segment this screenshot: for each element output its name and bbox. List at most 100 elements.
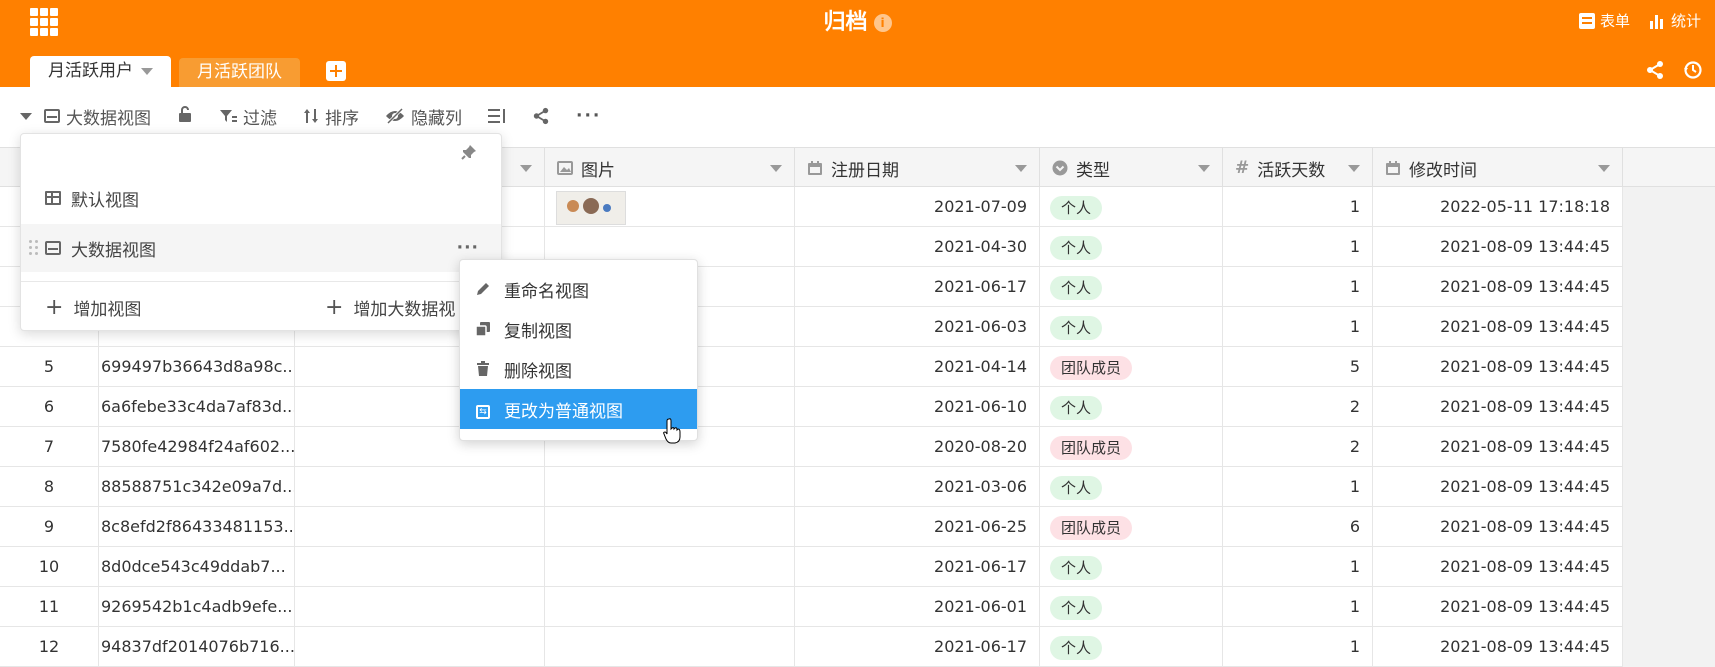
- info-icon[interactable]: i: [873, 14, 892, 32]
- table-row[interactable]: 10 8d0dce543c49ddab7... 2021-06-17 个人 1 2021-…: [0, 547, 1623, 587]
- modified-time-cell[interactable]: 2022-05-11 17:18:18: [1373, 187, 1623, 227]
- table-row[interactable]: 8 88588751c342e09a7d... 2021-03-06 个人 1 2021-…: [0, 467, 1623, 507]
- type-cell[interactable]: 个人: [1040, 587, 1223, 627]
- chevron-down-icon[interactable]: [770, 165, 782, 172]
- reg-date-cell[interactable]: 2021-07-09: [795, 187, 1040, 227]
- modified-time-cell[interactable]: 2021-08-09 13:44:45: [1373, 307, 1623, 347]
- id-cell[interactable]: 699497b36643d8a98c...: [99, 347, 295, 387]
- modified-time-cell[interactable]: 2021-08-09 13:44:45: [1373, 427, 1623, 467]
- view-selector[interactable]: 大数据视图: [20, 104, 151, 129]
- type-column-header[interactable]: 类型: [1040, 148, 1223, 188]
- active-days-cell[interactable]: 6: [1223, 507, 1373, 547]
- id-cell[interactable]: 8c8efd2f86433481153...: [99, 507, 295, 547]
- type-cell[interactable]: 个人: [1040, 307, 1223, 347]
- view-item-bigdata[interactable]: 大数据视图 ···: [21, 224, 501, 272]
- chevron-down-icon[interactable]: [1198, 165, 1210, 172]
- chevron-down-icon[interactable]: [141, 68, 153, 75]
- active-days-cell[interactable]: 5: [1223, 347, 1373, 387]
- modified-time-cell[interactable]: 2021-08-09 13:44:45: [1373, 267, 1623, 307]
- table-row[interactable]: 5 699497b36643d8a98c... 2021-04-14 团队成员 5 202…: [0, 347, 1623, 387]
- active-days-cell[interactable]: 1: [1223, 547, 1373, 587]
- id-cell[interactable]: 9269542b1c4adb9efe...: [99, 587, 295, 627]
- chevron-down-icon[interactable]: [1598, 165, 1610, 172]
- share-icon[interactable]: [1645, 60, 1665, 80]
- tab-monthly-active-users[interactable]: 月活跃用户: [30, 56, 171, 87]
- modified-time-cell[interactable]: 2021-08-09 13:44:45: [1373, 347, 1623, 387]
- reg-date-cell[interactable]: 2021-04-14: [795, 347, 1040, 387]
- history-icon[interactable]: [1683, 60, 1703, 80]
- reg-date-cell[interactable]: 2021-04-30: [795, 227, 1040, 267]
- drag-handle-icon[interactable]: [29, 240, 39, 256]
- type-cell[interactable]: 团队成员: [1040, 427, 1223, 467]
- reg-date-column-header[interactable]: 注册日期: [795, 148, 1040, 188]
- convert-to-normal-view-item[interactable]: ⇆ 更改为普通视图: [460, 389, 697, 429]
- type-cell[interactable]: 个人: [1040, 227, 1223, 267]
- reg-date-cell[interactable]: 2020-08-20: [795, 427, 1040, 467]
- type-cell[interactable]: 个人: [1040, 547, 1223, 587]
- reg-date-cell[interactable]: 2021-03-06: [795, 467, 1040, 507]
- modified-time-cell[interactable]: 2021-08-09 13:44:45: [1373, 627, 1623, 667]
- active-days-cell[interactable]: 2: [1223, 387, 1373, 427]
- reg-date-cell[interactable]: 2021-06-10: [795, 387, 1040, 427]
- reg-date-cell[interactable]: 2021-06-01: [795, 587, 1040, 627]
- modified-time-cell[interactable]: 2021-08-09 13:44:45: [1373, 507, 1623, 547]
- type-cell[interactable]: 个人: [1040, 187, 1223, 227]
- chevron-down-icon[interactable]: [1348, 165, 1360, 172]
- add-table-button[interactable]: [326, 61, 346, 81]
- active-days-column-header[interactable]: # 活跃天数: [1223, 148, 1373, 188]
- reg-date-cell[interactable]: 2021-06-17: [795, 627, 1040, 667]
- empty-cell[interactable]: [295, 467, 545, 507]
- id-cell[interactable]: 7580fe42984f24af602...: [99, 427, 295, 467]
- empty-cell[interactable]: [295, 587, 545, 627]
- empty-cell[interactable]: [295, 547, 545, 587]
- picture-column-header[interactable]: 图片: [545, 148, 795, 188]
- modified-time-cell[interactable]: 2021-08-09 13:44:45: [1373, 387, 1623, 427]
- chevron-down-icon[interactable]: [1015, 165, 1027, 172]
- image-thumbnail[interactable]: [556, 191, 626, 225]
- add-view-button[interactable]: + 增加视图: [45, 284, 141, 330]
- modified-time-cell[interactable]: 2021-08-09 13:44:45: [1373, 587, 1623, 627]
- active-days-cell[interactable]: 2: [1223, 427, 1373, 467]
- picture-cell[interactable]: [545, 587, 795, 627]
- id-cell[interactable]: 94837df2014076b716...: [99, 627, 295, 667]
- pin-icon[interactable]: [461, 144, 477, 160]
- picture-cell[interactable]: [545, 627, 795, 667]
- rename-view-item[interactable]: 重命名视图: [460, 269, 697, 309]
- type-cell[interactable]: 团队成员: [1040, 507, 1223, 547]
- table-row[interactable]: 12 94837df2014076b716... 2021-06-17 个人 1 2021…: [0, 627, 1623, 667]
- active-days-cell[interactable]: 1: [1223, 467, 1373, 507]
- id-cell[interactable]: 6a6febe33c4da7af83d...: [99, 387, 295, 427]
- active-days-cell[interactable]: 1: [1223, 307, 1373, 347]
- id-cell[interactable]: 88588751c342e09a7d...: [99, 467, 295, 507]
- table-row[interactable]: 7 7580fe42984f24af602... 2020-08-20 团队成员 2 20…: [0, 427, 1623, 467]
- modified-time-cell[interactable]: 2021-08-09 13:44:45: [1373, 227, 1623, 267]
- tab-monthly-active-teams[interactable]: 月活跃团队: [179, 58, 300, 87]
- active-days-cell[interactable]: 1: [1223, 267, 1373, 307]
- reg-date-cell[interactable]: 2021-06-03: [795, 307, 1040, 347]
- table-row[interactable]: 11 9269542b1c4adb9efe... 2021-06-01 个人 1 2021…: [0, 587, 1623, 627]
- row-height-icon[interactable]: [488, 108, 506, 124]
- stats-button[interactable]: 统计: [1649, 10, 1701, 31]
- more-icon[interactable]: ···: [576, 106, 601, 126]
- active-days-cell[interactable]: 1: [1223, 227, 1373, 267]
- view-item-default[interactable]: 默认视图: [21, 174, 501, 222]
- active-days-cell[interactable]: 1: [1223, 587, 1373, 627]
- modified-time-cell[interactable]: 2021-08-09 13:44:45: [1373, 467, 1623, 507]
- hide-columns-button[interactable]: 隐藏列: [385, 104, 462, 129]
- picture-cell[interactable]: [545, 547, 795, 587]
- active-days-cell[interactable]: 1: [1223, 627, 1373, 667]
- delete-view-item[interactable]: 删除视图: [460, 349, 697, 389]
- modified-column-header[interactable]: 修改时间: [1373, 148, 1623, 188]
- more-options-icon[interactable]: ···: [457, 240, 479, 257]
- type-cell[interactable]: 团队成员: [1040, 347, 1223, 387]
- id-cell[interactable]: 8d0dce543c49ddab7...: [99, 547, 295, 587]
- reg-date-cell[interactable]: 2021-06-17: [795, 547, 1040, 587]
- share-view-icon[interactable]: [532, 107, 550, 125]
- picture-cell[interactable]: [545, 187, 795, 227]
- active-days-cell[interactable]: 1: [1223, 187, 1373, 227]
- chevron-down-icon[interactable]: [520, 165, 532, 172]
- type-cell[interactable]: 个人: [1040, 267, 1223, 307]
- empty-cell[interactable]: [295, 627, 545, 667]
- form-button[interactable]: 表单: [1578, 10, 1630, 31]
- table-row[interactable]: 9 8c8efd2f86433481153... 2021-06-25 团队成员 6 20…: [0, 507, 1623, 547]
